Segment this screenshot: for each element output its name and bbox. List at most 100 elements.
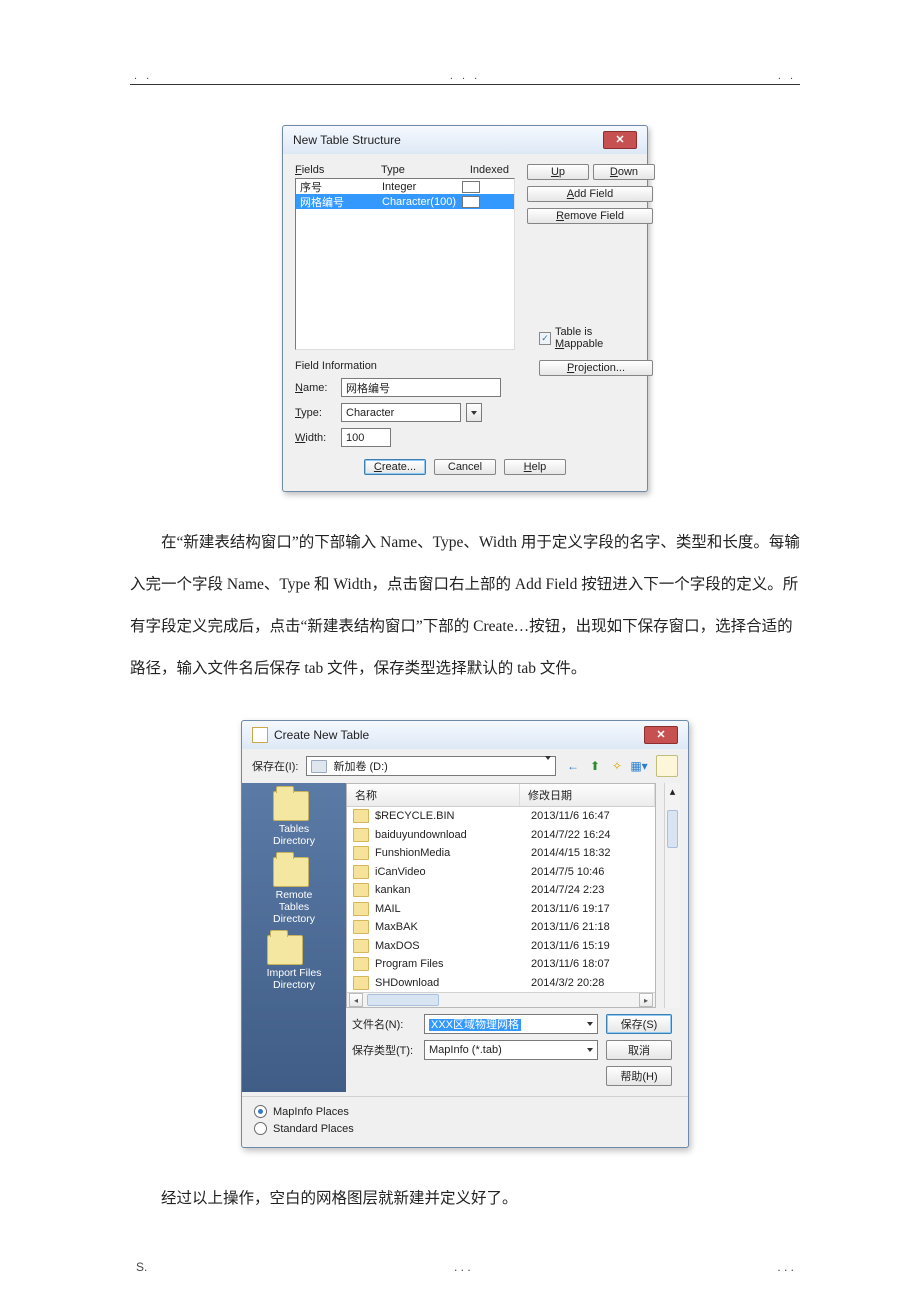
close-icon[interactable]: ✕ — [603, 131, 637, 149]
file-date: 2014/7/5 10:46 — [531, 866, 649, 878]
file-row[interactable]: MaxBAK2013/11/6 21:18 — [347, 918, 655, 937]
document-page: . . . . . . . New Table Structure ✕ Fiel… — [0, 0, 920, 1314]
mapinfo-icon[interactable] — [656, 755, 678, 777]
type-label: Type: — [295, 407, 335, 419]
indexed-checkbox[interactable] — [462, 196, 480, 208]
chevron-down-icon[interactable] — [466, 403, 482, 422]
footer-mid: . . . — [454, 1260, 471, 1274]
type-select[interactable]: Character — [341, 403, 461, 422]
file-date: 2014/7/24 2:23 — [531, 884, 649, 896]
cancel-button[interactable]: Cancel — [434, 459, 496, 475]
file-name: $RECYCLE.BIN — [375, 810, 531, 822]
file-name: Program Files — [375, 958, 531, 970]
dialog-title: Create New Table — [274, 728, 369, 742]
file-date: 2014/4/15 18:32 — [531, 847, 649, 859]
file-row[interactable]: SHDownload2014/3/2 20:28 — [347, 974, 655, 993]
name-input[interactable]: 网格编号 — [341, 378, 501, 397]
field-row[interactable]: 序号 Integer — [296, 179, 514, 194]
side-buttons: Up Down Add Field Remove Field Table is … — [515, 164, 635, 447]
paragraph: 经过以上操作，空白的网格图层就新建并定义好了。 — [130, 1178, 800, 1220]
remove-field-button[interactable]: Remove Field — [527, 208, 653, 224]
help-button[interactable]: 帮助(H) — [606, 1066, 672, 1086]
folder-icon — [273, 857, 309, 887]
filename-input[interactable]: XXX区域物理网格 — [424, 1014, 598, 1034]
file-date: 2014/3/2 20:28 — [531, 977, 649, 989]
add-field-button[interactable]: Add Field — [527, 186, 653, 202]
width-input[interactable]: 100 — [341, 428, 391, 447]
radio-mapinfo-places[interactable]: MapInfo Places — [254, 1105, 676, 1118]
scroll-left-icon[interactable]: ◂ — [349, 993, 363, 1007]
save-button[interactable]: 保存(S) — [606, 1014, 672, 1034]
scroll-right-icon[interactable]: ▸ — [639, 993, 653, 1007]
sidebar-item-import[interactable]: Import Files Directory — [267, 935, 322, 991]
radio-label: Standard Places — [273, 1123, 354, 1135]
fields-listbox[interactable]: 序号 Integer 网格编号 Character(100) — [295, 178, 515, 350]
close-icon[interactable]: ✕ — [644, 726, 678, 744]
col-name[interactable]: 名称 — [347, 784, 520, 806]
toolbar-row: 保存在(I): 新加卷 (D:) ← ⬆ ✧ ▦▾ — [242, 749, 688, 783]
horizontal-scrollbar[interactable]: ◂ ▸ — [347, 992, 655, 1007]
table-mappable-checkbox[interactable]: Table is Mappable — [539, 326, 635, 350]
file-date: 2013/11/6 19:17 — [531, 903, 649, 915]
up-folder-icon[interactable]: ⬆ — [586, 757, 604, 775]
chevron-down-icon — [545, 756, 551, 772]
file-date: 2013/11/6 21:18 — [531, 921, 649, 933]
folder-icon — [353, 865, 369, 879]
up-button[interactable]: Up — [527, 164, 589, 180]
file-list[interactable]: 名称 修改日期 $RECYCLE.BIN2013/11/6 16:47baidu… — [346, 783, 656, 1008]
indexed-checkbox[interactable] — [462, 181, 480, 193]
type-head: Type — [381, 164, 465, 176]
folder-icon — [267, 935, 303, 965]
header-dots: . . . . . . . — [130, 70, 800, 82]
col-date[interactable]: 修改日期 — [520, 784, 655, 806]
dialog-titlebar: New Table Structure ✕ — [283, 126, 647, 154]
folder-icon — [353, 939, 369, 953]
file-row[interactable]: iCanVideo2014/7/5 10:46 — [347, 863, 655, 882]
scroll-thumb[interactable] — [667, 810, 678, 848]
field-row[interactable]: 网格编号 Character(100) — [296, 194, 514, 209]
down-button[interactable]: Down — [593, 164, 655, 180]
scroll-up-icon[interactable]: ▴ — [670, 785, 676, 798]
footer-left: S. — [136, 1260, 147, 1274]
dialog-titlebar: Create New Table ✕ — [242, 721, 688, 749]
file-row[interactable]: MaxDOS2013/11/6 15:19 — [347, 937, 655, 956]
folder-icon — [353, 846, 369, 860]
radio-icon — [254, 1122, 267, 1135]
folder-icon — [353, 828, 369, 842]
file-name: SHDownload — [375, 977, 531, 989]
sidebar-item-label: Tables Directory — [273, 823, 315, 847]
folder-icon — [353, 902, 369, 916]
file-row[interactable]: MAIL2013/11/6 19:17 — [347, 900, 655, 919]
folder-icon — [353, 957, 369, 971]
filetype-label: 保存类型(T): — [352, 1042, 416, 1058]
dots: . . — [134, 70, 152, 82]
back-icon[interactable]: ← — [564, 757, 582, 775]
help-button[interactable]: Help — [504, 459, 566, 475]
dialog-title: New Table Structure — [293, 133, 401, 147]
sidebar-item-tables[interactable]: Tables Directory — [273, 791, 315, 847]
places-radios: MapInfo Places Standard Places — [242, 1096, 688, 1147]
folder-icon — [353, 976, 369, 990]
save-in-combo[interactable]: 新加卷 (D:) — [306, 756, 556, 776]
vertical-scrollbar[interactable]: ▴ — [664, 783, 680, 1008]
sidebar-item-remote[interactable]: Remote Tables Directory — [273, 857, 315, 925]
file-row[interactable]: FunshionMedia2014/4/15 18:32 — [347, 844, 655, 863]
file-row[interactable]: $RECYCLE.BIN2013/11/6 16:47 — [347, 807, 655, 826]
file-row[interactable]: kankan2014/7/24 2:23 — [347, 881, 655, 900]
new-folder-icon[interactable]: ✧ — [608, 757, 626, 775]
file-row[interactable]: Program Files2013/11/6 18:07 — [347, 955, 655, 974]
filename-value: XXX区域物理网格 — [429, 1019, 521, 1031]
scroll-thumb[interactable] — [367, 994, 439, 1006]
view-menu-icon[interactable]: ▦▾ — [630, 757, 648, 775]
check-icon — [539, 332, 551, 345]
projection-button[interactable]: Projection... — [539, 360, 653, 376]
create-button[interactable]: Create... — [364, 459, 426, 475]
file-name: FunshionMedia — [375, 847, 531, 859]
filetype-select[interactable]: MapInfo (*.tab) — [424, 1040, 598, 1060]
radio-standard-places[interactable]: Standard Places — [254, 1122, 676, 1135]
file-row[interactable]: baiduyundownload2014/7/22 16:24 — [347, 826, 655, 845]
cancel-button[interactable]: 取消 — [606, 1040, 672, 1060]
file-date: 2013/11/6 18:07 — [531, 958, 649, 970]
field-type: Character(100) — [382, 196, 462, 208]
indexed-head: Indexed — [465, 164, 515, 176]
